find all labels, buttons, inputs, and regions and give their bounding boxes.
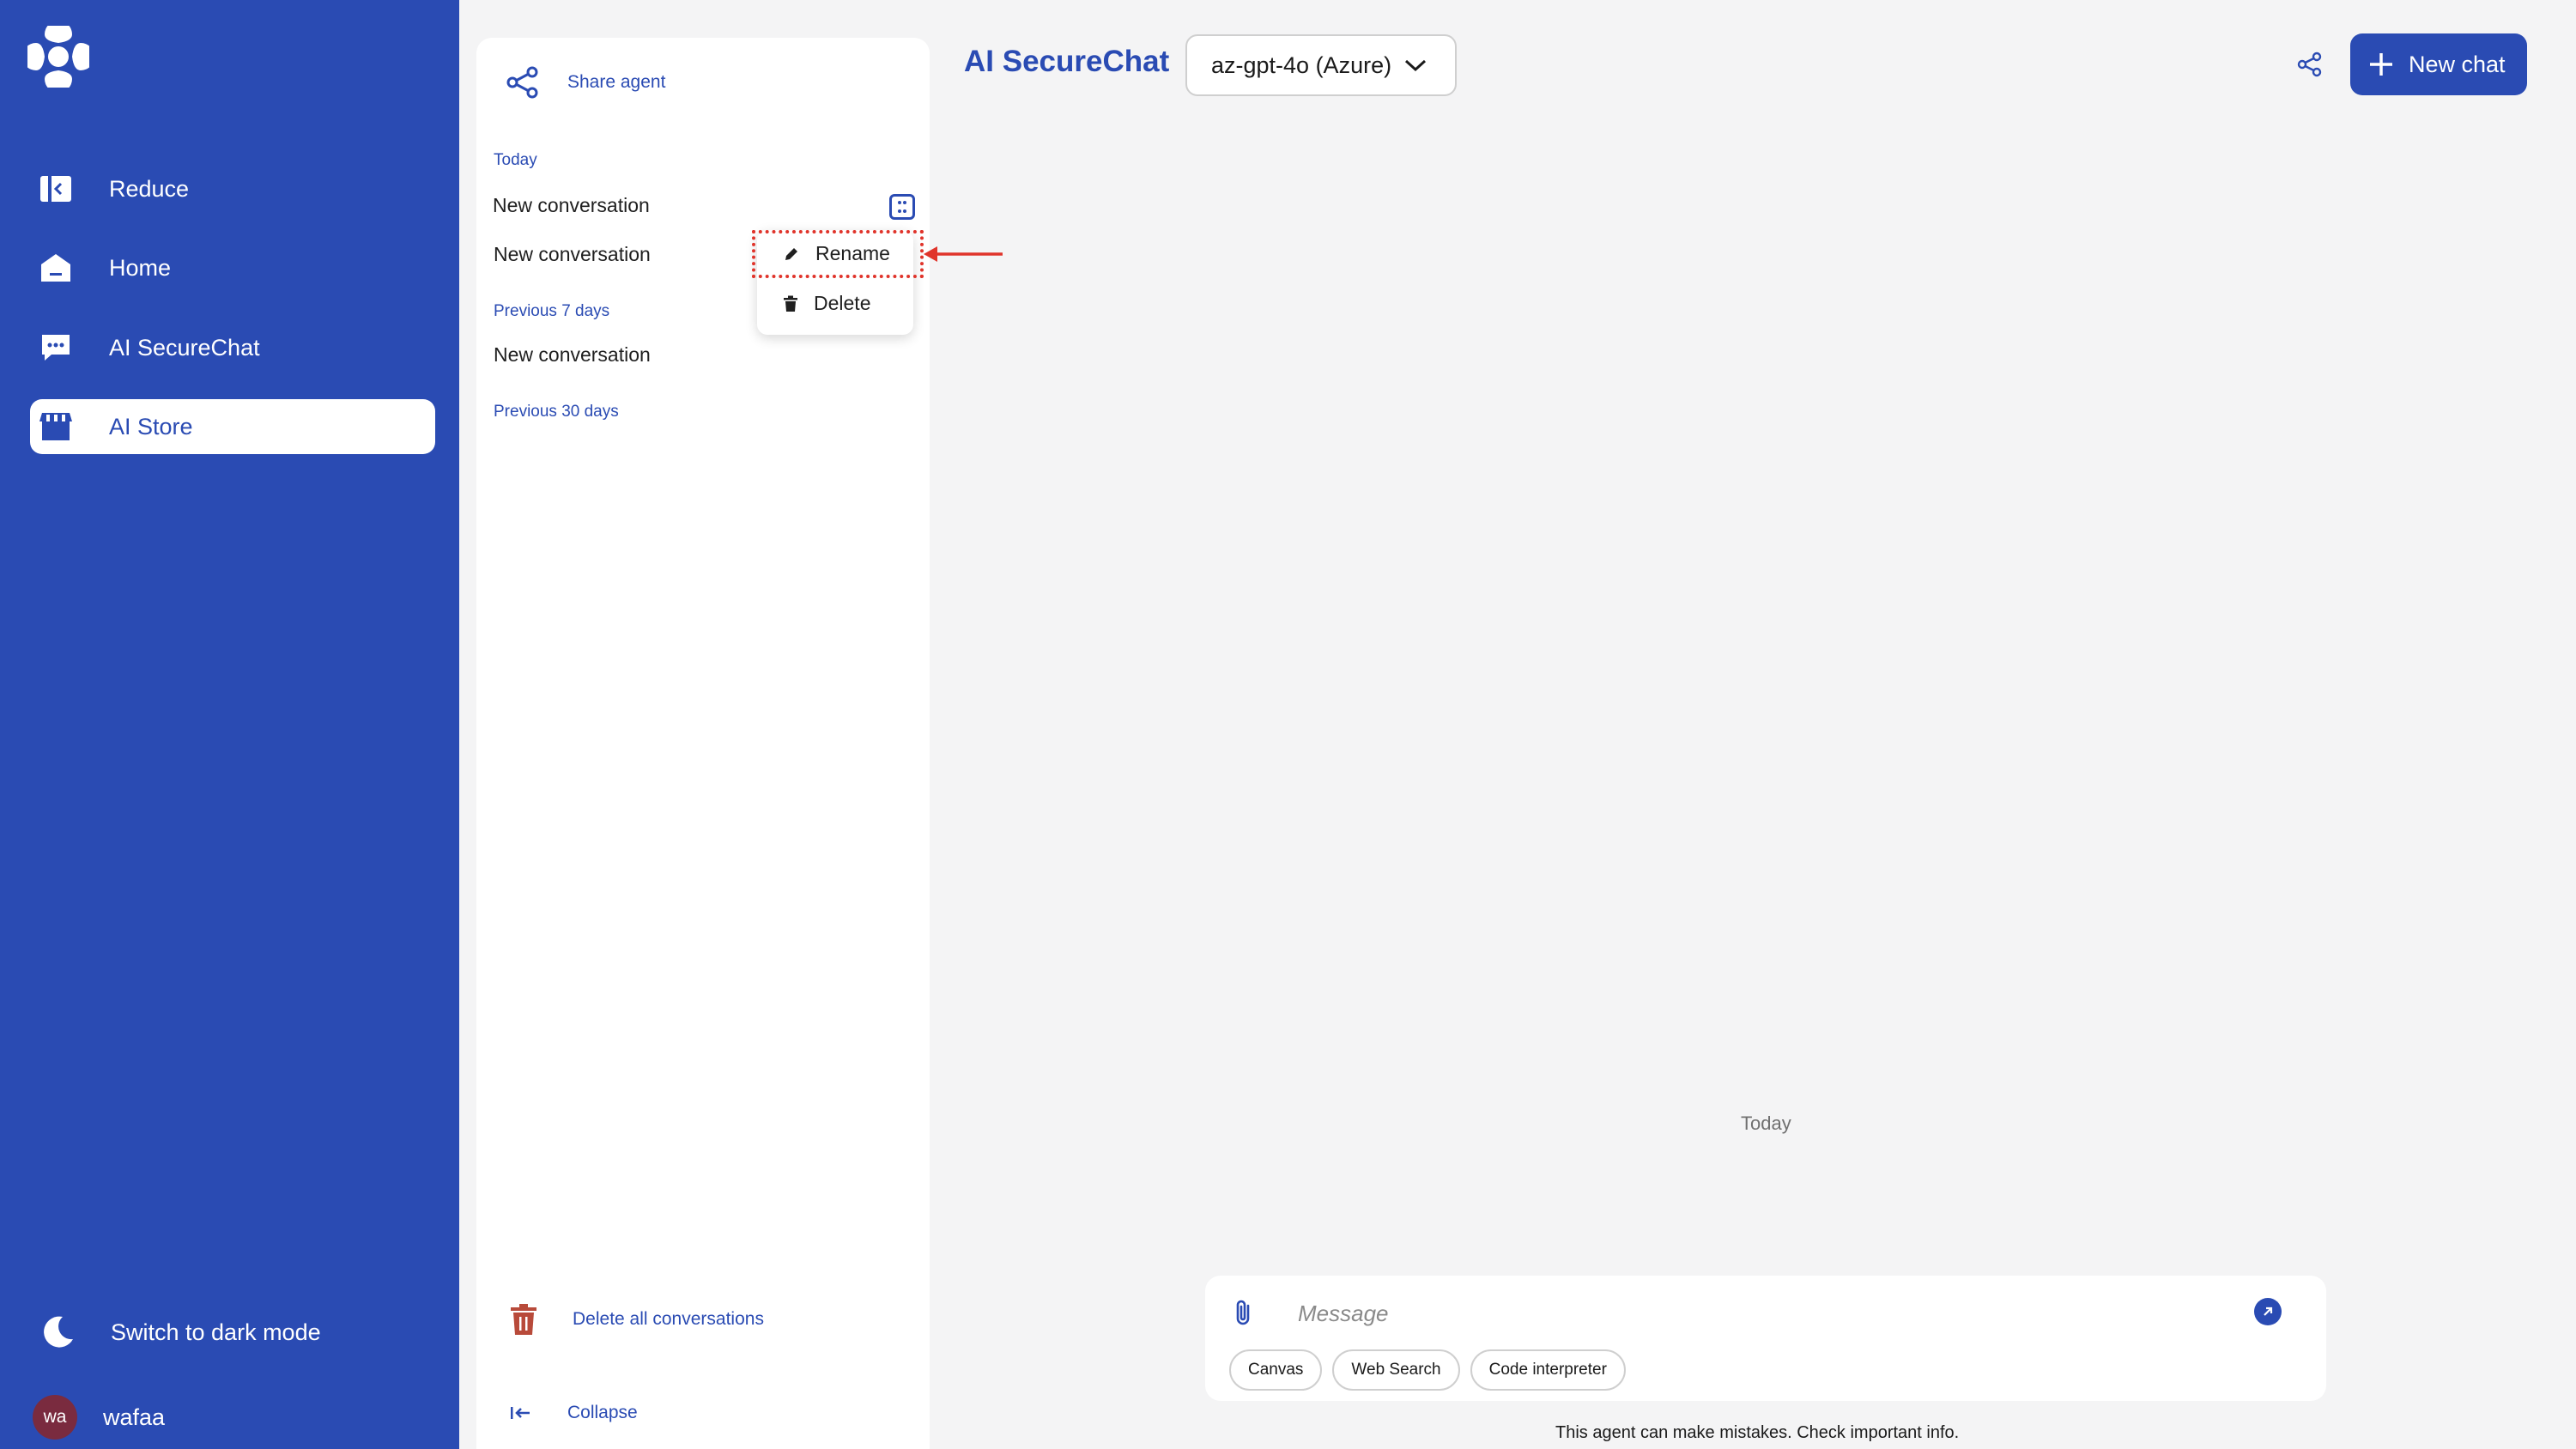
paperclip-icon[interactable] xyxy=(1233,1298,1255,1327)
delete-menu-item[interactable]: Delete xyxy=(783,292,870,315)
nav-item-label: AI SecureChat xyxy=(109,334,260,361)
nav-item-ai-store[interactable]: AI Store xyxy=(30,399,435,454)
trash-icon xyxy=(511,1304,536,1335)
sidebar-collapse-icon xyxy=(39,172,73,206)
nav-item-label: AI Store xyxy=(109,413,193,440)
share-icon[interactable] xyxy=(2297,52,2323,77)
chip-canvas[interactable]: Canvas xyxy=(1229,1349,1323,1391)
collapse-label: Collapse xyxy=(567,1403,638,1422)
page-title: AI SecureChat xyxy=(964,45,1170,78)
send-arrow-icon xyxy=(2264,1307,2273,1316)
collapse-icon xyxy=(511,1407,530,1419)
nav-item-reduce[interactable]: Reduce xyxy=(30,161,435,216)
user-profile[interactable]: wa wafaa xyxy=(33,1395,165,1440)
app-logo-icon[interactable] xyxy=(22,21,94,93)
chevron-down-icon xyxy=(1405,59,1427,72)
share-icon xyxy=(506,66,538,99)
new-chat-button[interactable]: New chat xyxy=(2350,33,2527,95)
section-today: Today xyxy=(494,151,537,169)
conversation-item[interactable]: New conversation xyxy=(494,243,651,266)
chip-web-search[interactable]: Web Search xyxy=(1332,1349,1460,1391)
conversation-item[interactable]: New conversation xyxy=(493,194,650,217)
new-chat-label: New chat xyxy=(2409,51,2506,77)
nav-item-home[interactable]: Home xyxy=(30,240,435,295)
avatar: wa xyxy=(33,1395,77,1440)
rename-highlight-box xyxy=(752,230,924,278)
delete-label: Delete xyxy=(814,292,871,314)
delete-all-conversations-button[interactable]: Delete all conversations xyxy=(509,1303,764,1336)
chat-bubble-icon xyxy=(39,330,73,365)
plus-icon xyxy=(2370,53,2392,76)
nav-item-label: Home xyxy=(109,254,172,281)
section-previous-30-days: Previous 30 days xyxy=(494,403,619,421)
conversation-item[interactable]: New conversation xyxy=(494,343,651,367)
moon-icon xyxy=(39,1313,76,1351)
more-options-icon[interactable] xyxy=(889,194,915,220)
user-name: wafaa xyxy=(103,1404,166,1430)
store-icon xyxy=(39,409,73,444)
dark-mode-label: Switch to dark mode xyxy=(111,1319,321,1345)
share-agent-label: Share agent xyxy=(567,72,666,92)
home-icon xyxy=(39,251,73,285)
share-agent-button[interactable]: Share agent xyxy=(506,65,665,100)
chat-day-separator: Today xyxy=(1741,1113,1791,1134)
annotation-arrow-icon xyxy=(924,246,1003,262)
model-selector-value: az-gpt-4o (Azure) xyxy=(1211,52,1392,78)
tool-chips: Canvas Web Search Code interpreter xyxy=(1229,1349,1626,1391)
disclaimer-text: This agent can make mistakes. Check impo… xyxy=(1555,1423,1960,1442)
chip-code-interpreter[interactable]: Code interpreter xyxy=(1470,1349,1626,1391)
trash-icon xyxy=(784,295,797,312)
delete-all-label: Delete all conversations xyxy=(573,1309,764,1329)
send-button[interactable] xyxy=(2254,1298,2282,1325)
dark-mode-toggle[interactable]: Switch to dark mode xyxy=(30,1305,321,1360)
model-selector[interactable]: az-gpt-4o (Azure) xyxy=(1185,34,1457,96)
nav-item-label: Reduce xyxy=(109,175,190,202)
collapse-button[interactable]: Collapse xyxy=(509,1403,638,1423)
message-composer: Canvas Web Search Code interpreter xyxy=(1205,1276,2326,1401)
main-nav: Reduce Home AI SecureChat AI Store Switc… xyxy=(0,0,459,1449)
section-previous-7-days: Previous 7 days xyxy=(494,302,610,320)
nav-item-ai-securechat[interactable]: AI SecureChat xyxy=(30,320,435,375)
message-input[interactable] xyxy=(1298,1294,2199,1332)
